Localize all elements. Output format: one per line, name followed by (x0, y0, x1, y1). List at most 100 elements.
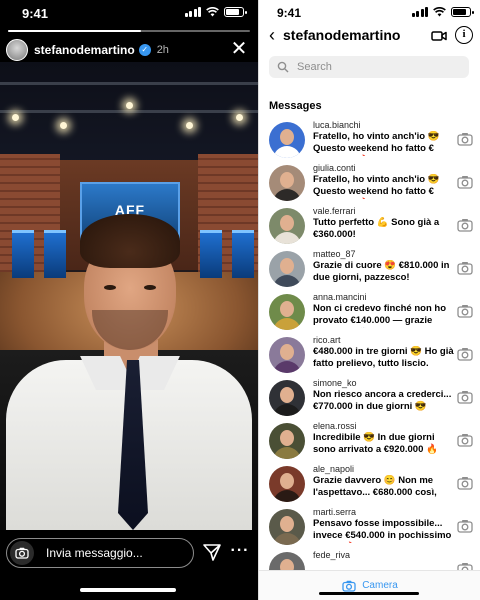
story-photo[interactable]: AFF (0, 62, 258, 530)
thread-avatar[interactable] (269, 165, 305, 201)
podium (232, 230, 254, 278)
camera-icon[interactable] (457, 433, 473, 447)
avatar-face (280, 473, 294, 489)
thread-row[interactable]: anna.mancini Non ci credevo finché non ho… (259, 290, 480, 333)
more-options-icon[interactable]: ··· (230, 542, 250, 562)
reply-placeholder: Invia messaggio... (46, 546, 143, 560)
thread-row[interactable]: matteo_87 Grazie di cuore 😍 €810.000 in d… (259, 247, 480, 290)
thread-avatar[interactable] (269, 509, 305, 545)
thread-avatar[interactable] (269, 466, 305, 502)
camera-icon[interactable] (457, 519, 473, 533)
story-progress-bar (8, 30, 250, 32)
avatar-body (273, 361, 301, 373)
thread-avatar[interactable] (269, 380, 305, 416)
close-icon[interactable]: ✕ (228, 38, 250, 60)
avatar-body (273, 275, 301, 287)
wifi-icon (206, 7, 219, 17)
thread-row[interactable]: luca.bianchi Fratello, ho vinto anch'io 😎… (259, 118, 480, 161)
thread-message: Non riesco ancora a crederci... €770.000… (313, 389, 452, 414)
avatar-body (273, 533, 301, 545)
story-header: stefanodemartino ✓ 2h ✕ (6, 38, 252, 62)
story-progress-fill (8, 30, 142, 32)
thread-username: marti.serra (313, 507, 357, 517)
thread-message: Incredibile 😎 In due giorni sono arrivat… (313, 432, 438, 455)
signal-icon (184, 7, 201, 17)
status-bar: 9:41 (0, 0, 258, 24)
thread-username: elena.rossi (313, 421, 357, 431)
avatar-face (280, 172, 294, 188)
info-icon[interactable]: i (455, 26, 473, 44)
direct-messages-panel: 9:41 ‹ stefanodemartino i Search Message… (258, 0, 480, 600)
thread-preview: Non riesco ancora a crederci... €770.000… (313, 389, 459, 414)
thread-username: luca.bianchi (313, 120, 361, 130)
send-icon[interactable] (202, 542, 222, 562)
home-indicator (319, 592, 419, 595)
thread-avatar[interactable] (269, 337, 305, 373)
thread-username: matteo_87 (313, 249, 356, 259)
avatar-face (280, 301, 294, 317)
thread-username: giulia.conti (313, 163, 356, 173)
thread-row[interactable]: ale_napoli Grazie davvero 😊 Non me l'aspe… (259, 462, 480, 505)
story-age: 2h (156, 44, 169, 56)
camera-icon[interactable] (457, 390, 473, 404)
spotlight (12, 114, 19, 121)
avatar-face (280, 430, 294, 446)
story-username[interactable]: stefanodemartino (34, 43, 135, 57)
thread-row[interactable]: vale.ferrari Tutto perfetto 💪 Sono già a … (259, 204, 480, 247)
story-avatar[interactable] (6, 39, 28, 61)
thread-preview: €480.000 in tre giorni 😎 Ho già fatto pr… (313, 346, 459, 371)
thread-row[interactable]: simone_ko Non riesco ancora a crederci...… (259, 376, 480, 419)
thread-avatar[interactable] (269, 294, 305, 330)
thread-username: ale_napoli (313, 464, 355, 474)
thread-row[interactable]: marti.serra Pensavo fosse impossibile... … (259, 505, 480, 548)
thread-message: Tutto perfetto 💪 Sono già a €360.000! (313, 217, 440, 240)
spotlight (236, 114, 243, 121)
thread-message: €480.000 in tre giorni 😎 Ho già fatto pr… (313, 346, 454, 369)
thread-avatar[interactable] (269, 122, 305, 158)
camera-footer[interactable]: Camera (259, 570, 480, 600)
verified-badge-icon: ✓ (138, 44, 151, 56)
camera-icon[interactable] (457, 175, 473, 189)
avatar-body (273, 490, 301, 502)
camera-icon[interactable] (457, 347, 473, 361)
thread-row[interactable]: elena.rossi Incredibile 😎 In due giorni s… (259, 419, 480, 462)
camera-icon[interactable] (457, 476, 473, 490)
search-input[interactable]: Search (269, 56, 469, 78)
camera-icon[interactable] (457, 304, 473, 318)
thread-preview: Grazie davvero 😊 Non me l'aspettavo... €… (313, 475, 459, 500)
thread-row[interactable]: rico.art €480.000 in tre giorni 😎 Ho già … (259, 333, 480, 376)
messages-heading: Messages (269, 100, 322, 112)
wifi-icon (433, 7, 446, 17)
battery-icon (224, 7, 247, 17)
thread-avatar[interactable] (269, 423, 305, 459)
reply-input[interactable]: Invia messaggio... (6, 538, 194, 568)
signal-icon (411, 7, 428, 17)
search-icon (277, 61, 289, 73)
podium (12, 230, 34, 278)
thread-username: anna.mancini (313, 292, 367, 302)
avatar-body (273, 318, 301, 330)
thread-username: fede_riva (313, 550, 351, 560)
thread-message: Fratello, ho vinto anch'io 😎 Questo week… (313, 174, 440, 199)
camera-icon[interactable] (457, 218, 473, 232)
thread-list: luca.bianchi Fratello, ho vinto anch'io 😎… (259, 118, 480, 591)
thread-avatar[interactable] (269, 251, 305, 287)
thread-preview: Pensavo fosse impossibile... invece €540… (313, 518, 459, 543)
avatar-face (280, 344, 294, 360)
status-bar: 9:41 (259, 0, 480, 22)
status-time: 9:41 (22, 6, 49, 21)
camera-icon[interactable] (457, 132, 473, 146)
video-call-icon[interactable] (431, 28, 447, 44)
camera-label: Camera (362, 580, 398, 591)
thread-message: Non ci credevo finché non ho provato €14… (313, 303, 447, 328)
thread-avatar[interactable] (269, 208, 305, 244)
back-chevron-icon[interactable]: ‹ (269, 24, 275, 46)
dm-header: ‹ stefanodemartino i (259, 24, 480, 48)
avatar-face (280, 516, 294, 532)
camera-icon[interactable] (457, 261, 473, 275)
camera-button[interactable] (10, 541, 34, 565)
thread-preview: Grazie di cuore 😍 €810.000 in due giorni… (313, 260, 459, 285)
podium (44, 230, 66, 278)
thread-row[interactable]: giulia.conti Fratello, ho vinto anch'io 😎… (259, 161, 480, 204)
person-hair (80, 214, 180, 268)
